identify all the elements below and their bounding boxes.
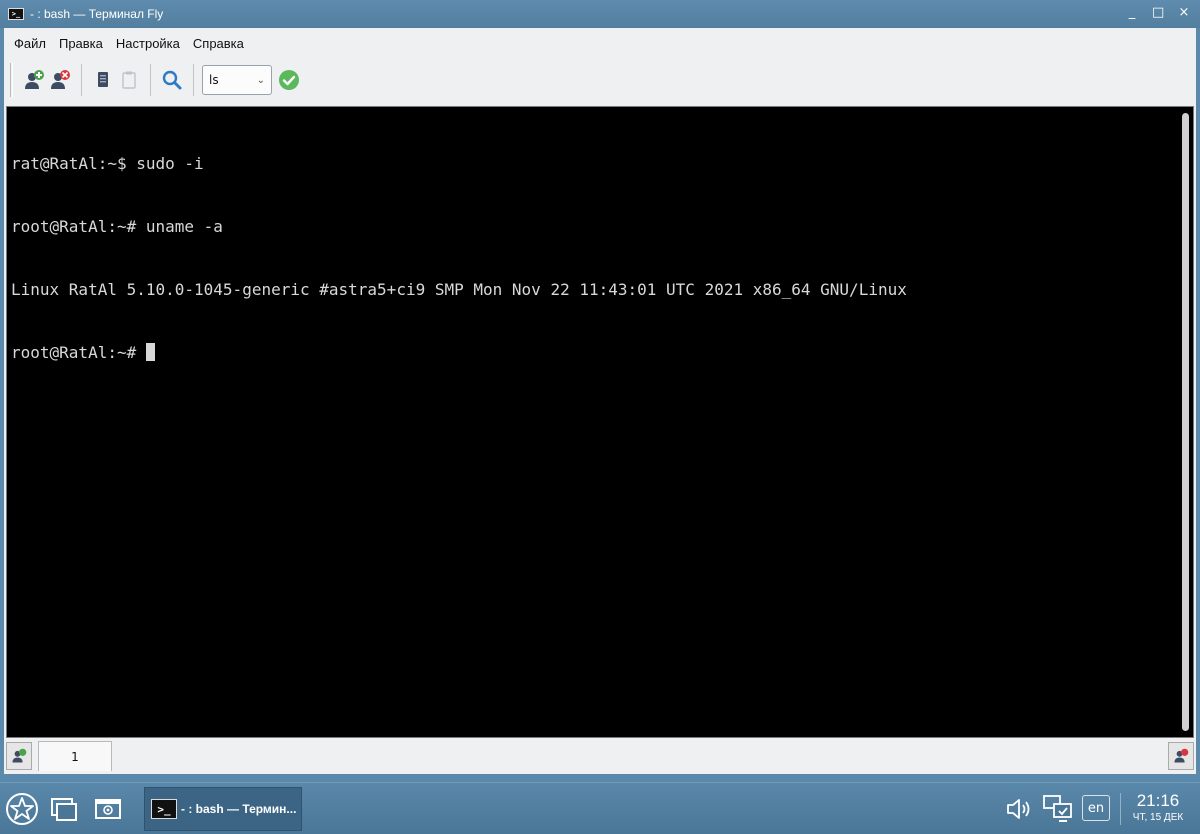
paste-icon	[122, 71, 136, 89]
clock-time: 21:16	[1136, 791, 1180, 810]
menu-bar: Файл Правка Настройка Справка	[4, 28, 1196, 58]
terminal-scrollbar[interactable]	[1182, 113, 1189, 731]
window-controls: _ □ ×	[1126, 4, 1190, 22]
toolbar-separator	[150, 64, 151, 96]
volume-button[interactable]	[1004, 795, 1034, 823]
search-icon	[162, 70, 182, 90]
minimize-button[interactable]: _	[1126, 4, 1138, 22]
search-button[interactable]	[159, 65, 185, 95]
terminal-prompt: root@RatAl:~#	[11, 343, 146, 362]
new-session-icon	[12, 748, 27, 763]
windows-icon	[51, 798, 77, 821]
checkmark-icon	[279, 70, 299, 90]
command-select-value: ls	[209, 73, 219, 87]
file-manager-icon	[95, 799, 121, 819]
show-desktop-button[interactable]	[48, 793, 80, 825]
new-session-button[interactable]	[21, 65, 47, 95]
menu-settings[interactable]: Настройка	[110, 32, 186, 55]
terminal-window: >_ - : bash — Терминал Fly _ □ × Файл Пр…	[0, 0, 1200, 782]
keyboard-layout-indicator[interactable]: en	[1082, 795, 1110, 821]
close-session-icon	[51, 70, 70, 89]
toolbar: ls ⌄	[4, 58, 1196, 102]
tray-divider	[1120, 793, 1121, 825]
tab-bar: 1	[4, 740, 1196, 772]
run-command-button[interactable]	[276, 65, 302, 95]
terminal-area[interactable]: rat@RatAl:~$ sudo -i root@RatAl:~# uname…	[6, 106, 1194, 738]
maximize-button[interactable]: □	[1152, 4, 1164, 22]
toolbar-separator	[193, 64, 194, 96]
title-bar[interactable]: >_ - : bash — Терминал Fly _ □ ×	[0, 0, 1200, 28]
copy-icon	[98, 72, 108, 87]
new-tab-button[interactable]	[6, 742, 32, 770]
clock[interactable]: 21:16 ЧТ, 15 ДЕК	[1122, 791, 1194, 824]
window-client: Файл Правка Настройка Справка ls ⌄ rat@R…	[4, 28, 1196, 774]
file-manager-button[interactable]	[92, 793, 124, 825]
terminal-icon: >_	[151, 799, 177, 819]
toolbar-separator	[81, 64, 82, 96]
menu-help[interactable]: Справка	[187, 32, 250, 55]
toolbar-grip[interactable]	[10, 63, 13, 97]
taskbar-task-label: - : bash — Термин...	[181, 802, 297, 816]
terminal-output[interactable]: rat@RatAl:~$ sudo -i root@RatAl:~# uname…	[11, 111, 1166, 731]
paste-button[interactable]	[116, 65, 142, 95]
new-session-icon	[25, 70, 44, 89]
close-button[interactable]: ×	[1178, 4, 1190, 22]
terminal-icon: >_	[8, 8, 24, 20]
window-title: - : bash — Терминал Fly	[30, 7, 164, 21]
close-tab-button[interactable]	[1168, 742, 1194, 770]
network-button[interactable]	[1040, 793, 1076, 825]
taskbar: >_ - : bash — Термин... en 21:16 ЧТ, 15 …	[0, 782, 1200, 834]
terminal-line: rat@RatAl:~$ sudo -i	[11, 154, 204, 173]
tab-session-1[interactable]: 1	[38, 741, 112, 771]
network-icon	[1043, 795, 1072, 822]
close-session-icon	[1174, 748, 1189, 763]
terminal-cursor	[145, 343, 155, 361]
close-session-button[interactable]	[47, 65, 73, 95]
menu-file[interactable]: Файл	[8, 32, 52, 55]
clock-date: ЧТ, 15 ДЕК	[1132, 812, 1184, 823]
menu-edit[interactable]: Правка	[53, 32, 109, 55]
terminal-prompt-line: root@RatAl:~#	[11, 342, 1166, 363]
star-menu-icon	[6, 793, 38, 825]
command-select[interactable]: ls ⌄	[202, 65, 272, 95]
speaker-icon	[1007, 799, 1030, 819]
chevron-down-icon: ⌄	[256, 74, 265, 86]
taskbar-task-terminal[interactable]: >_ - : bash — Термин...	[144, 787, 302, 831]
start-button[interactable]	[4, 791, 40, 827]
terminal-line: Linux RatAl 5.10.0-1045-generic #astra5+…	[11, 280, 907, 299]
terminal-line: root@RatAl:~# uname -a	[11, 217, 223, 236]
copy-button[interactable]	[90, 65, 116, 95]
